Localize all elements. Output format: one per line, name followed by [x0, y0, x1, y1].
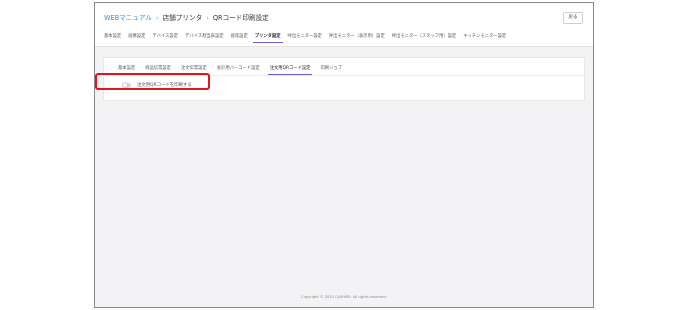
subtab-print-jobs[interactable]: 印刷ジョブ [320, 63, 341, 75]
tab-basic-settings[interactable]: 基本設定 [104, 30, 121, 43]
subtab-order-qr-settings[interactable]: 注文用QRコード設定 [267, 63, 313, 75]
footer-copyright: Copyright © 2025 CASHIER. All rights res… [301, 295, 387, 299]
tab-kitchen-monitor-settings[interactable]: キッチンモニター設定 [463, 30, 506, 43]
back-button[interactable]: 戻る [563, 12, 583, 24]
tab-call-monitor-display-settings[interactable]: 呼出モニター（表示用）設定 [329, 30, 385, 43]
subtab-checkout-barcode-settings[interactable]: 会計用バーコード設定 [217, 63, 260, 75]
chevron-right-icon: › [155, 14, 159, 22]
header-divider [95, 46, 593, 47]
tab-device-settings[interactable]: デバイス設定 [152, 30, 178, 43]
tab-image-settings[interactable]: 画像設定 [128, 30, 145, 43]
breadcrumb-section[interactable]: 店舗プリンタ [163, 14, 203, 22]
page-title: QRコード印刷設定 [212, 14, 269, 22]
tab-call-monitor-staff-settings[interactable]: 呼出モニター（スタッフ用）設定 [392, 30, 456, 43]
breadcrumb-root-link[interactable]: WEBマニュアル [104, 14, 152, 22]
tab-printer-settings[interactable]: プリンタ設定 [252, 30, 283, 43]
tab-seat-settings[interactable]: 座席設定 [231, 30, 248, 43]
highlight-annotation-box [95, 73, 210, 90]
page-header: WEBマニュアル › 店舗プリンタ › QRコード印刷設定 戻る 基本設定 画像設定 デ… [95, 3, 593, 47]
tab-device-allocation-settings[interactable]: デバイス割当表設定 [185, 30, 224, 43]
app-window: WEBマニュアル › 店舗プリンタ › QRコード印刷設定 戻る 基本設定 画像設定 デ… [94, 2, 594, 308]
chevron-right-icon: › [206, 14, 209, 22]
breadcrumb: WEBマニュアル › 店舗プリンタ › QRコード印刷設定 [104, 12, 269, 24]
tab-call-monitor-settings[interactable]: 呼出モニター設定 [288, 30, 322, 43]
settings-tabs: 基本設定 画像設定 デバイス設定 デバイス割当表設定 座席設定 プリンタ設定 呼… [104, 30, 513, 43]
